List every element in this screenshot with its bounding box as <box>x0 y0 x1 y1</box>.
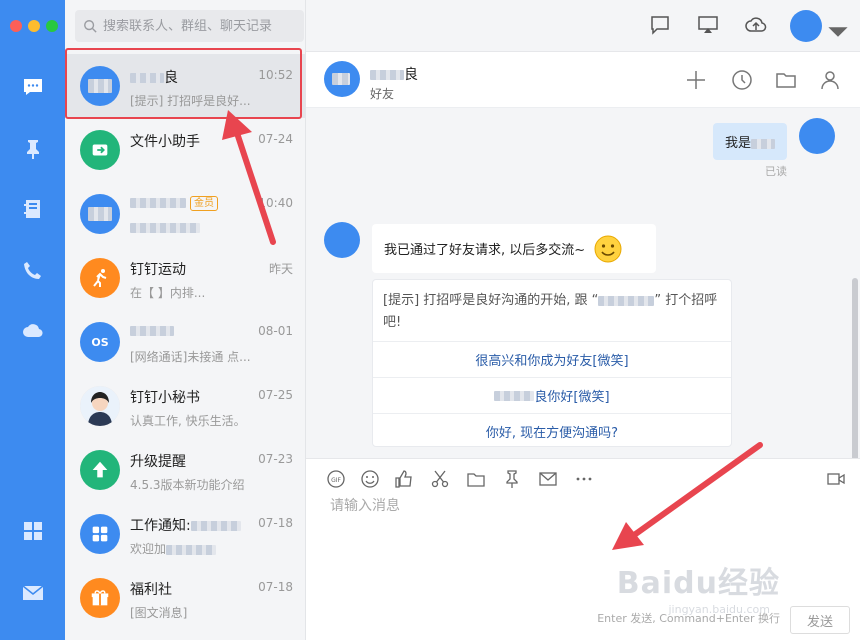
key-hint: Enter 发送, Command+Enter 换行 <box>597 612 780 625</box>
conversation-snippet: [图文消息] <box>130 606 188 620</box>
zoom-window-button[interactable] <box>46 20 58 32</box>
contact-name: 良 <box>370 64 418 84</box>
left-rail <box>0 0 65 640</box>
runner-icon <box>80 258 120 298</box>
contact-avatar[interactable] <box>324 61 360 97</box>
workbench-grid-icon[interactable] <box>20 518 46 544</box>
upgrade-arrow-icon <box>80 450 120 490</box>
chat-bubble-icon[interactable] <box>648 13 672 37</box>
assistant-avatar <box>80 386 120 426</box>
conversation-item[interactable]: 金员 10:40 <box>65 182 306 246</box>
greeting-option[interactable]: 良你好[微笑] <box>373 377 731 413</box>
history-clock-icon[interactable] <box>730 68 754 92</box>
conversation-item[interactable]: 工作通知: 07-18 欢迎加 <box>65 502 306 566</box>
mail-icon[interactable] <box>20 580 46 606</box>
messages-icon[interactable] <box>20 74 46 100</box>
svg-text:GIF: GIF <box>331 477 341 484</box>
conversation-time: 07-18 <box>258 516 293 530</box>
selected-conversation-highlight <box>65 48 302 119</box>
profile-icon[interactable] <box>818 68 842 92</box>
cloud-upload-icon[interactable] <box>744 13 768 37</box>
folder-icon[interactable] <box>466 469 486 489</box>
conversation-name: 钉钉小秘书 <box>130 390 200 406</box>
read-status: 已读 <box>765 165 787 178</box>
conversation-time: 昨天 <box>268 262 293 276</box>
more-icon[interactable] <box>574 469 594 489</box>
conversation-item[interactable]: 升级提醒 07-23 4.5.3版本新功能介绍 <box>65 438 306 502</box>
greeting-option[interactable]: 很高兴和你成为好友[微笑] <box>373 341 731 377</box>
conversation-snippet: [网络通话]未接通 点... <box>130 350 251 364</box>
conversation-name: 钉钉运动 <box>130 262 186 278</box>
conversation-name: 工作通知: <box>130 515 241 535</box>
chat-header: 良 好友 <box>306 52 860 108</box>
conversation-snippet: 在【 】内排... <box>130 286 206 300</box>
mail-icon[interactable] <box>538 469 558 489</box>
avatar <box>80 194 120 234</box>
conversation-time: 07-23 <box>258 452 293 466</box>
contact-subtitle: 好友 <box>370 87 395 101</box>
cloud-icon[interactable] <box>20 318 46 344</box>
conversation-item[interactable]: 文件小助手 07-24 <box>65 118 306 182</box>
avatar: OS <box>80 322 120 362</box>
watermark-brand: Baidu经验 <box>616 566 780 601</box>
conversation-time: 08-01 <box>258 324 293 338</box>
conversation-name: 升级提醒 <box>130 454 186 470</box>
conversation-name: 文件小助手 <box>130 134 200 150</box>
video-call-icon[interactable] <box>826 469 846 489</box>
conversation-item[interactable]: 钉钉运动 昨天 在【 】内排... <box>65 246 306 310</box>
contact-avatar[interactable] <box>324 222 360 258</box>
hint-text: [提示] 打招呼是良好沟通的开始, 跟 “” 打个招呼吧! <box>383 293 718 330</box>
greeting-hint-card: [提示] 打招呼是良好沟通的开始, 跟 “” 打个招呼吧! 很高兴和你成为好友[… <box>372 279 732 447</box>
phone-icon[interactable] <box>20 258 46 284</box>
member-badge: 金员 <box>190 195 218 211</box>
search-icon <box>84 20 97 33</box>
close-window-button[interactable] <box>10 20 22 32</box>
minimize-window-button[interactable] <box>28 20 40 32</box>
work-notice-grid-icon <box>80 514 120 554</box>
conversation-item[interactable]: 福利社 07-18 [图文消息] <box>65 566 306 630</box>
input-area: GIF Baidu经验 jingyan.baidu.com Enter 发送, … <box>306 458 860 640</box>
conversation-item[interactable]: OS 08-01 [网络通话]未接通 点... <box>65 310 306 374</box>
conversation-snippet: 4.5.3版本新功能介绍 <box>130 478 245 492</box>
search-box[interactable] <box>75 10 304 42</box>
conversation-time: 07-25 <box>258 388 293 402</box>
contacts-book-icon[interactable] <box>20 196 46 222</box>
top-bar <box>306 0 860 52</box>
thumbs-up-icon[interactable] <box>394 469 414 489</box>
conversation-snippet <box>130 220 200 234</box>
conversation-name: 福利社 <box>130 582 172 598</box>
their-message-bubble[interactable]: 我已通过了好友请求, 以后多交流~ <box>372 224 656 273</box>
conversation-name: 金员 <box>130 195 218 211</box>
screen-share-icon[interactable] <box>696 13 720 37</box>
conversation-snippet: 欢迎加 <box>130 540 217 557</box>
my-avatar[interactable] <box>799 118 835 154</box>
conversation-time: 07-24 <box>258 132 293 146</box>
pin-icon[interactable] <box>20 136 46 162</box>
chevron-down-icon[interactable] <box>826 20 848 37</box>
user-avatar[interactable] <box>790 10 822 42</box>
emoji-icon[interactable] <box>360 469 380 489</box>
conversation-time: 07-18 <box>258 580 293 594</box>
gift-icon <box>80 578 120 618</box>
conversation-snippet: 认真工作, 快乐生活。 <box>130 414 246 428</box>
conversation-time: 10:40 <box>258 196 293 210</box>
add-icon[interactable] <box>684 68 708 92</box>
message-area: 我是 已读 我已通过了好友请求, 以后多交流~ [提示] 打招呼是良好沟通的开始… <box>306 108 860 543</box>
folder-icon[interactable] <box>774 68 798 92</box>
gif-icon[interactable]: GIF <box>326 469 346 489</box>
send-button[interactable]: 发送 <box>790 606 850 634</box>
conversation-name <box>130 323 174 339</box>
pin-icon[interactable] <box>502 469 522 489</box>
conversation-item[interactable]: 钉钉小秘书 07-25 认真工作, 快乐生活。 <box>65 374 306 438</box>
scissors-icon[interactable] <box>430 469 450 489</box>
search-input[interactable] <box>103 18 303 34</box>
my-message-bubble[interactable]: 我是 <box>712 123 787 160</box>
smile-emoji-icon <box>594 235 622 262</box>
greeting-option[interactable]: 你好, 现在方便沟通吗? <box>373 413 731 449</box>
file-transfer-icon <box>80 130 120 170</box>
